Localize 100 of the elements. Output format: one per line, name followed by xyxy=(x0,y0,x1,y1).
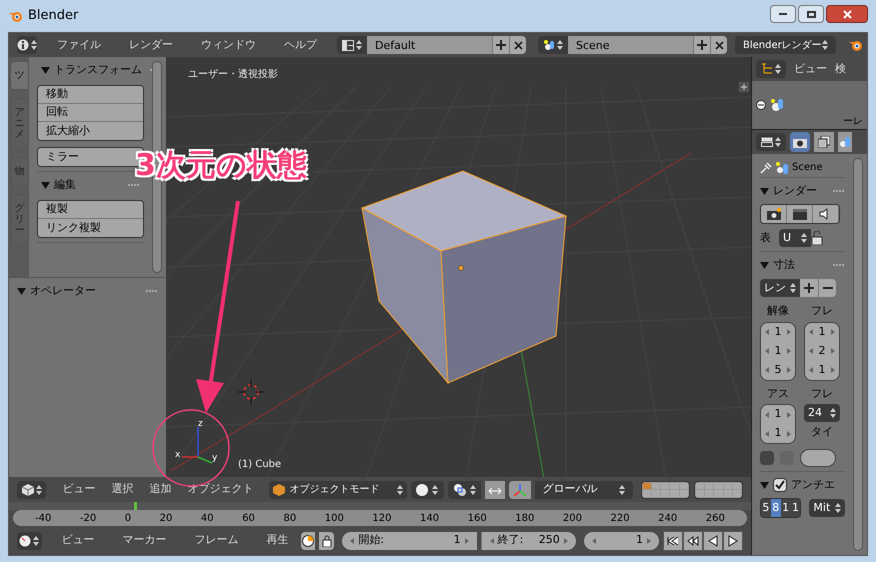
number-field[interactable]: 1 xyxy=(805,360,839,380)
right-arrow-icon[interactable] xyxy=(831,367,835,373)
time-stretch-field[interactable] xyxy=(800,449,836,467)
preview-range-button[interactable] xyxy=(300,532,316,550)
display-dropdown[interactable]: U xyxy=(779,229,811,247)
right-arrow-icon[interactable] xyxy=(787,329,791,335)
playback-button[interactable] xyxy=(723,530,743,550)
maximize-button[interactable] xyxy=(798,5,824,23)
left-arrow-icon[interactable] xyxy=(765,430,769,436)
fps-dropdown[interactable]: 24 xyxy=(804,404,840,422)
orientation-dropdown[interactable]: グローバル xyxy=(534,480,633,498)
menu-item[interactable]: ビュー xyxy=(54,532,103,549)
editor-type-button[interactable] xyxy=(756,60,786,78)
end-frame-field[interactable]: 終了: 250 xyxy=(480,532,576,550)
collapse-icon[interactable] xyxy=(756,100,766,110)
expanded-triangle-icon[interactable] xyxy=(41,66,50,74)
left-arrow-icon[interactable] xyxy=(765,412,769,418)
add-preset-button[interactable] xyxy=(800,279,818,297)
drag-handle-icon[interactable] xyxy=(833,263,845,267)
sample-option[interactable]: 5 xyxy=(761,499,771,517)
drag-handle-icon[interactable] xyxy=(833,189,845,193)
add-region-icon[interactable] xyxy=(739,82,749,92)
close-button[interactable] xyxy=(826,5,868,23)
left-arrow-icon[interactable] xyxy=(765,348,769,354)
menu-item[interactable]: レンダー xyxy=(121,36,181,54)
audio-button[interactable] xyxy=(813,205,839,223)
left-arrow-icon[interactable] xyxy=(765,367,769,373)
number-field[interactable]: 1 xyxy=(761,424,795,443)
current-frame-field[interactable]: 1 xyxy=(584,532,659,550)
left-arrow-icon[interactable] xyxy=(809,329,813,335)
expanded-triangle-icon[interactable] xyxy=(760,260,769,270)
delete-button[interactable] xyxy=(710,36,727,54)
menu-item[interactable]: フレーム xyxy=(186,532,247,549)
tool-button[interactable]: リンク複製 xyxy=(38,219,143,237)
editor-type-button[interactable] xyxy=(756,133,786,151)
lock-button[interactable] xyxy=(319,532,334,550)
pin-icon[interactable] xyxy=(760,162,772,174)
menu-item[interactable]: ビュー xyxy=(794,60,827,78)
render-engine-dropdown[interactable]: Blenderレンダー xyxy=(735,36,836,54)
left-arrow-icon[interactable] xyxy=(809,348,813,354)
right-arrow-icon[interactable] xyxy=(646,538,651,544)
expanded-triangle-icon[interactable] xyxy=(760,480,769,490)
delete-button[interactable] xyxy=(509,36,526,54)
layout-field[interactable]: Default xyxy=(367,36,492,54)
pivot-dropdown[interactable] xyxy=(448,480,482,498)
transform-button[interactable] xyxy=(508,480,531,498)
render-tab[interactable] xyxy=(790,132,810,152)
preset-dropdown[interactable]: レン xyxy=(760,279,800,297)
right-arrow-icon[interactable] xyxy=(564,538,568,544)
right-arrow-icon[interactable] xyxy=(787,367,791,373)
shading-dropdown[interactable] xyxy=(410,480,444,498)
filter-dropdown[interactable]: Mit xyxy=(809,499,845,517)
minimize-button[interactable] xyxy=(770,5,796,23)
tool-button[interactable]: 移動 xyxy=(38,86,143,104)
number-field[interactable]: 1 xyxy=(761,342,795,360)
sample-option[interactable]: 8 xyxy=(770,499,781,517)
mode-dropdown[interactable]: オブジェクトモード xyxy=(269,480,407,498)
remove-preset-button[interactable] xyxy=(818,279,836,297)
expanded-triangle-icon[interactable] xyxy=(760,186,769,196)
scrollbar[interactable] xyxy=(853,158,863,551)
sample-option[interactable]: 1 xyxy=(790,499,800,517)
left-arrow-icon[interactable] xyxy=(765,329,769,335)
menu-item[interactable]: マーカー xyxy=(114,532,175,549)
right-arrow-icon[interactable] xyxy=(787,348,791,354)
scene-field[interactable]: Scene xyxy=(568,36,693,54)
tool-button[interactable]: 回転 xyxy=(38,104,143,122)
playback-button[interactable] xyxy=(683,530,703,550)
number-field[interactable]: 1 xyxy=(761,405,795,424)
menu-item[interactable]: 検 xyxy=(835,60,846,78)
layer-grid[interactable] xyxy=(694,480,743,498)
playback-button[interactable] xyxy=(663,530,683,550)
lock-icon[interactable] xyxy=(811,231,823,245)
scene-type-button[interactable] xyxy=(538,36,568,54)
drag-handle-icon[interactable] xyxy=(128,183,140,187)
menu-item[interactable]: 再生 xyxy=(258,532,297,549)
tool-button[interactable]: 拡大縮小 xyxy=(38,122,143,140)
playback-button[interactable] xyxy=(703,530,723,550)
right-arrow-icon[interactable] xyxy=(831,329,835,335)
menu-item[interactable]: ヘルプ xyxy=(276,36,325,54)
menu-item[interactable]: ウィンドウ xyxy=(193,36,264,54)
layer-grid[interactable] xyxy=(640,480,690,498)
left-arrow-icon[interactable] xyxy=(490,538,494,544)
tool-button[interactable]: 複製 xyxy=(38,201,143,219)
right-arrow-icon[interactable] xyxy=(787,412,791,418)
expanded-triangle-icon[interactable] xyxy=(17,286,26,296)
menu-item[interactable]: ビュー xyxy=(54,481,104,498)
right-arrow-icon[interactable] xyxy=(787,430,791,436)
right-arrow-icon[interactable] xyxy=(831,348,835,354)
start-frame-field[interactable]: 開始: 1 xyxy=(342,532,477,550)
checkbox[interactable] xyxy=(773,478,787,492)
add-button[interactable] xyxy=(492,36,509,54)
number-field[interactable]: 1 xyxy=(761,322,795,342)
number-field[interactable]: 1 xyxy=(805,322,839,342)
drag-handle-icon[interactable] xyxy=(146,289,158,293)
left-arrow-icon[interactable] xyxy=(592,538,596,544)
right-arrow-icon[interactable] xyxy=(464,538,469,544)
menu-item[interactable]: 選択 xyxy=(103,481,142,498)
menu-item[interactable]: 追加 xyxy=(141,481,180,498)
render-animation-button[interactable] xyxy=(787,205,813,223)
editor-type-button[interactable] xyxy=(17,480,46,498)
